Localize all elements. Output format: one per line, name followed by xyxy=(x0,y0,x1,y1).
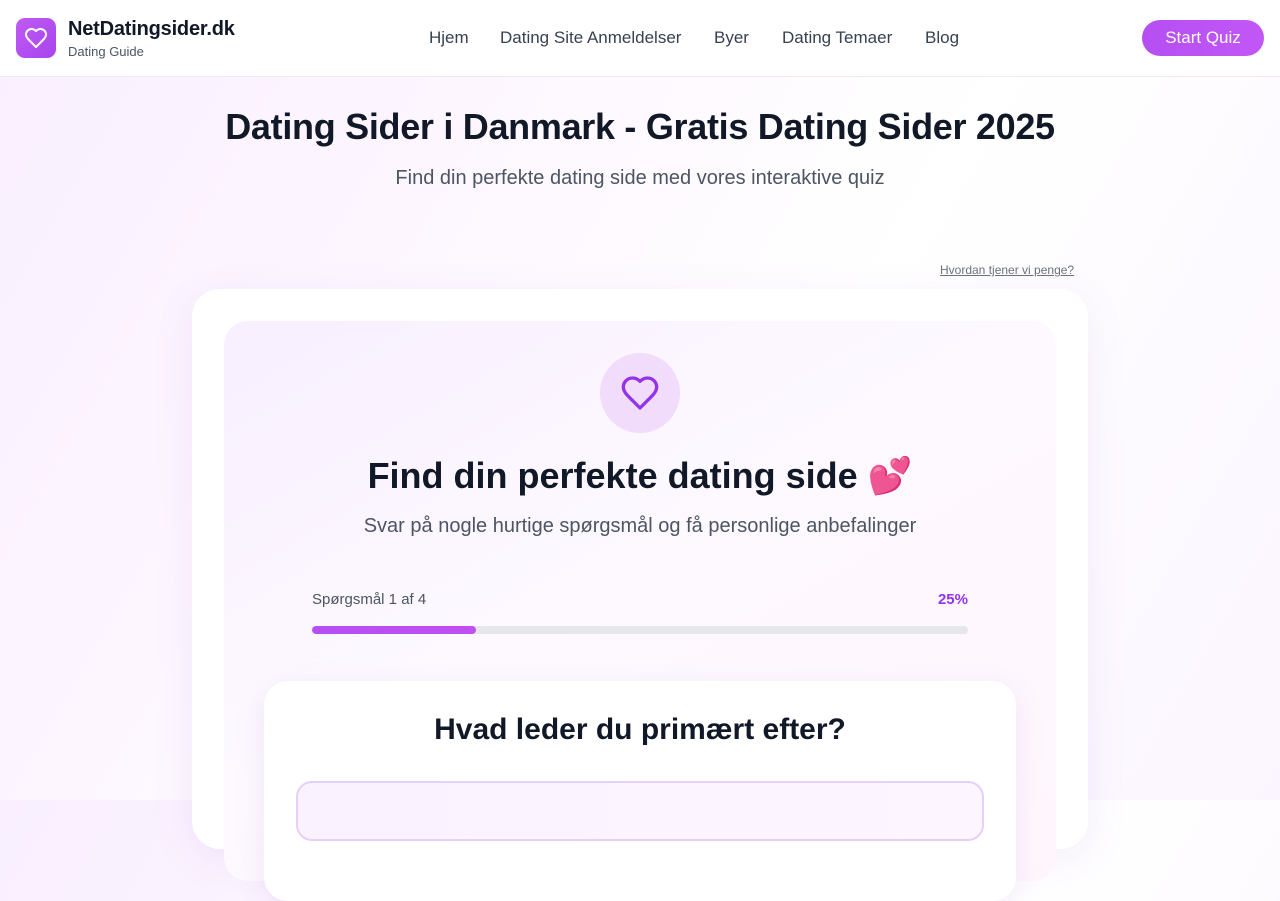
quiz-icon-badge xyxy=(600,353,680,433)
quiz-title: Find din perfekte dating side 💕 xyxy=(367,455,913,496)
answer-option[interactable] xyxy=(296,781,984,841)
nav-item-byer[interactable]: Byer xyxy=(714,28,749,48)
site-header: NetDatingsider.dk Dating Guide Hjem Dati… xyxy=(0,0,1280,77)
progress-percent: 25% xyxy=(937,591,968,608)
quiz-subtitle: Svar på nogle hurtige spørgsmål og få pe… xyxy=(363,515,917,537)
page-subtitle: Find din perfekte dating side med vores … xyxy=(395,167,885,189)
quiz-card: Find din perfekte dating side 💕 Svar på … xyxy=(192,289,1088,901)
nav-item-hjem[interactable]: Hjem xyxy=(429,28,469,48)
heart-icon xyxy=(621,376,659,410)
start-quiz-button[interactable]: Start Quiz xyxy=(1142,20,1264,56)
quiz-panel: Find din perfekte dating side 💕 Svar på … xyxy=(224,321,1056,901)
progress-bar xyxy=(312,626,968,634)
page-title: Dating Sider i Danmark - Gratis Dating S… xyxy=(225,106,1055,147)
question-card: Hvad leder du primært efter? xyxy=(264,681,1016,901)
nav-item-blog[interactable]: Blog xyxy=(925,28,959,48)
main-nav: Hjem Dating Site Anmeldelser Byer Dating… xyxy=(0,28,1280,50)
progress-bar-fill xyxy=(312,626,476,634)
progress-label: Spørgsmål 1 af 4 xyxy=(312,591,427,608)
question-title: Hvad leder du primært efter? xyxy=(434,713,846,746)
how-we-earn-money-link[interactable]: Hvordan tjener vi penge? xyxy=(940,263,1074,277)
nav-item-dating-temaer[interactable]: Dating Temaer xyxy=(782,28,892,48)
nav-item-dating-site-anmeldelser[interactable]: Dating Site Anmeldelser xyxy=(500,28,681,48)
